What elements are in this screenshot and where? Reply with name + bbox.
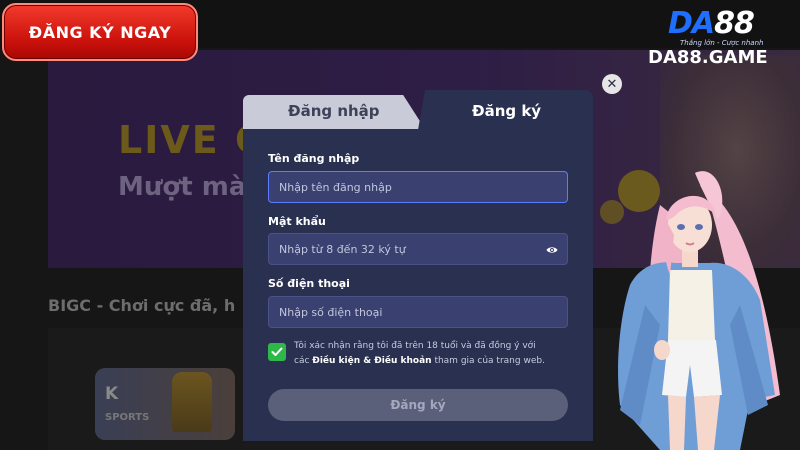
username-field[interactable] <box>268 171 568 203</box>
brand-tagline: Thắng lớn - Cược nhanh <box>680 39 764 47</box>
section-title: BIGC - Chơi cực đã, h <box>48 296 236 315</box>
tab-login-label[interactable]: Đăng nhập <box>288 102 380 120</box>
brand-logo: DA88 <box>668 6 755 41</box>
tab-register-label[interactable]: Đăng ký <box>472 102 541 120</box>
phone-input[interactable] <box>279 297 539 327</box>
submit-register-button[interactable]: Đăng ký <box>268 389 568 421</box>
terms-text-after: tham gia của trang web. <box>431 356 545 366</box>
trophy-icon <box>172 372 212 432</box>
terms-checkbox[interactable] <box>268 343 286 361</box>
brand-logo-prefix: DA <box>668 6 715 41</box>
close-modal-button[interactable]: ✕ <box>602 74 622 94</box>
username-input[interactable] <box>279 172 539 202</box>
password-label: Mật khẩu <box>268 215 326 228</box>
register-now-button[interactable]: ĐĂNG KÝ NGAY <box>2 3 198 61</box>
brand-logo-number: 88 <box>714 6 755 41</box>
terms-link[interactable]: Điều kiện & Điều khoản <box>312 356 431 366</box>
password-input[interactable] <box>279 234 539 264</box>
character-illustration <box>618 171 780 450</box>
phone-field[interactable] <box>268 296 568 328</box>
checkmark-icon <box>271 347 283 356</box>
close-icon: ✕ <box>606 76 618 92</box>
username-label: Tên đăng nhập <box>268 152 360 165</box>
brand-domain: DA88.GAME <box>648 47 768 68</box>
sports-card-letter: K <box>105 384 119 404</box>
sports-card-label: SPORTS <box>105 412 150 423</box>
banner-subtitle: Mượt mà, <box>118 172 257 202</box>
phone-label: Số điện thoại <box>268 277 350 290</box>
password-field[interactable] <box>268 233 568 265</box>
sports-card <box>95 368 235 440</box>
terms-text: Tôi xác nhận rằng tôi đã trên 18 tuổi và… <box>294 339 549 369</box>
eye-icon[interactable] <box>546 244 558 256</box>
